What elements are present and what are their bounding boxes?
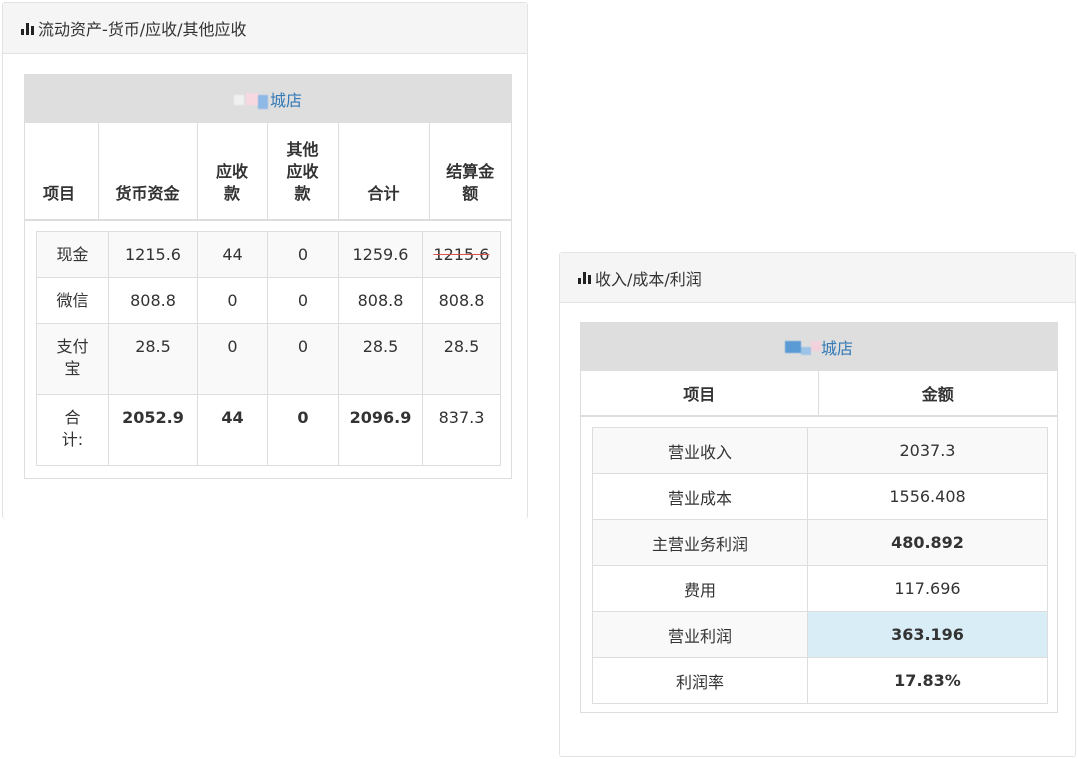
row-item: 合计: [36,394,109,466]
store-name-row: 城店 [25,75,511,123]
income-cost-profit-panel: 收入/成本/利润 城店 项目 金额 营业收入 2037.3 营业成本 1556.… [559,252,1076,757]
row-amount: 17.83% [807,657,1048,704]
row-receivable: 0 [197,323,268,395]
header-other-receivable[interactable]: 其他应收款 [267,123,339,221]
header-receivable[interactable]: 应收款 [197,123,268,221]
row-item: 利润率 [592,657,808,704]
row-total: 2096.9 [338,394,423,466]
table-row: 微信 808.8 0 0 808.8 808.8 [36,277,501,324]
row-cash: 808.8 [108,277,198,324]
bar-chart-icon [21,22,34,35]
income-header: 项目 金额 [581,371,1057,417]
header-item[interactable]: 项目 [581,371,819,417]
income-table-wrapper: 城店 项目 金额 营业收入 2037.3 营业成本 1556.408 主营业务利… [580,322,1058,713]
row-cash: 1215.6 [108,231,198,278]
row-item: 费用 [592,565,808,612]
row-receivable: 0 [197,277,268,324]
header-total[interactable]: 合计 [338,123,430,221]
row-amount: 480.892 [807,519,1048,566]
store-name[interactable]: 城店 [270,87,302,111]
table-row: 主营业务利润 480.892 [592,519,1048,566]
row-settlement: 837.3 [422,394,501,466]
row-cash: 2052.9 [108,394,198,466]
row-settlement: 1215.6 [422,231,501,278]
income-body: 营业收入 2037.3 营业成本 1556.408 主营业务利润 480.892… [592,427,1048,704]
row-amount: 2037.3 [807,427,1048,474]
row-item: 营业收入 [592,427,808,474]
row-item: 微信 [36,277,109,324]
row-settlement: 28.5 [422,323,501,395]
row-total: 1259.6 [338,231,423,278]
row-other-receivable: 0 [267,323,339,395]
table-row: 营业利润 363.196 [592,611,1048,658]
header-settlement[interactable]: 结算金额 [429,123,511,221]
header-amount[interactable]: 金额 [818,371,1057,417]
row-total: 808.8 [338,277,423,324]
header-item[interactable]: 项目 [25,123,99,221]
panel-header: 流动资产-货币/应收/其他应收 [3,3,527,54]
current-assets-body: 现金 1215.6 44 0 1259.6 1215.6 微信 808.8 0 … [36,231,501,466]
panel-title: 收入/成本/利润 [595,269,702,289]
row-amount: 117.696 [807,565,1048,612]
table-row: 营业成本 1556.408 [592,473,1048,520]
row-item: 现金 [36,231,109,278]
row-cash: 28.5 [108,323,198,395]
row-total: 28.5 [338,323,423,395]
row-receivable: 44 [197,394,268,466]
current-assets-header: 项目 货币资金 应收款 其他应收款 合计 结算金额 [25,123,511,221]
blurred-store-prefix [784,337,821,357]
row-amount: 1556.408 [807,473,1048,520]
panel-title: 流动资产-货币/应收/其他应收 [38,20,247,39]
row-other-receivable: 0 [267,231,339,278]
row-settlement: 808.8 [422,277,501,324]
row-item: 主营业务利润 [592,519,808,566]
store-name-row: 城店 [581,323,1057,371]
row-other-receivable: 0 [267,277,339,324]
table-row: 营业收入 2037.3 [592,427,1048,474]
header-cash[interactable]: 货币资金 [98,123,198,221]
panel-header: 收入/成本/利润 [560,253,1075,303]
row-amount-highlighted: 363.196 [807,611,1048,658]
current-assets-table-wrapper: 城店 项目 货币资金 应收款 其他应收款 合计 结算金额 现金 1215.6 4… [24,74,512,479]
table-row: 现金 1215.6 44 0 1259.6 1215.6 [36,231,501,278]
table-row: 利润率 17.83% [592,657,1048,704]
row-item: 营业成本 [592,473,808,520]
row-item: 营业利润 [592,611,808,658]
row-other-receivable: 0 [267,394,339,466]
current-assets-panel: 流动资产-货币/应收/其他应收 城店 项目 货币资金 应收款 其他应收款 合计 … [2,2,528,519]
table-row: 支付宝 28.5 0 0 28.5 28.5 [36,323,501,395]
table-row-total: 合计: 2052.9 44 0 2096.9 837.3 [36,394,501,466]
store-name[interactable]: 城店 [821,335,853,359]
row-item: 支付宝 [36,323,109,395]
row-receivable: 44 [197,231,268,278]
blurred-store-prefix [233,89,268,109]
bar-chart-icon [578,271,591,284]
table-row: 费用 117.696 [592,565,1048,612]
